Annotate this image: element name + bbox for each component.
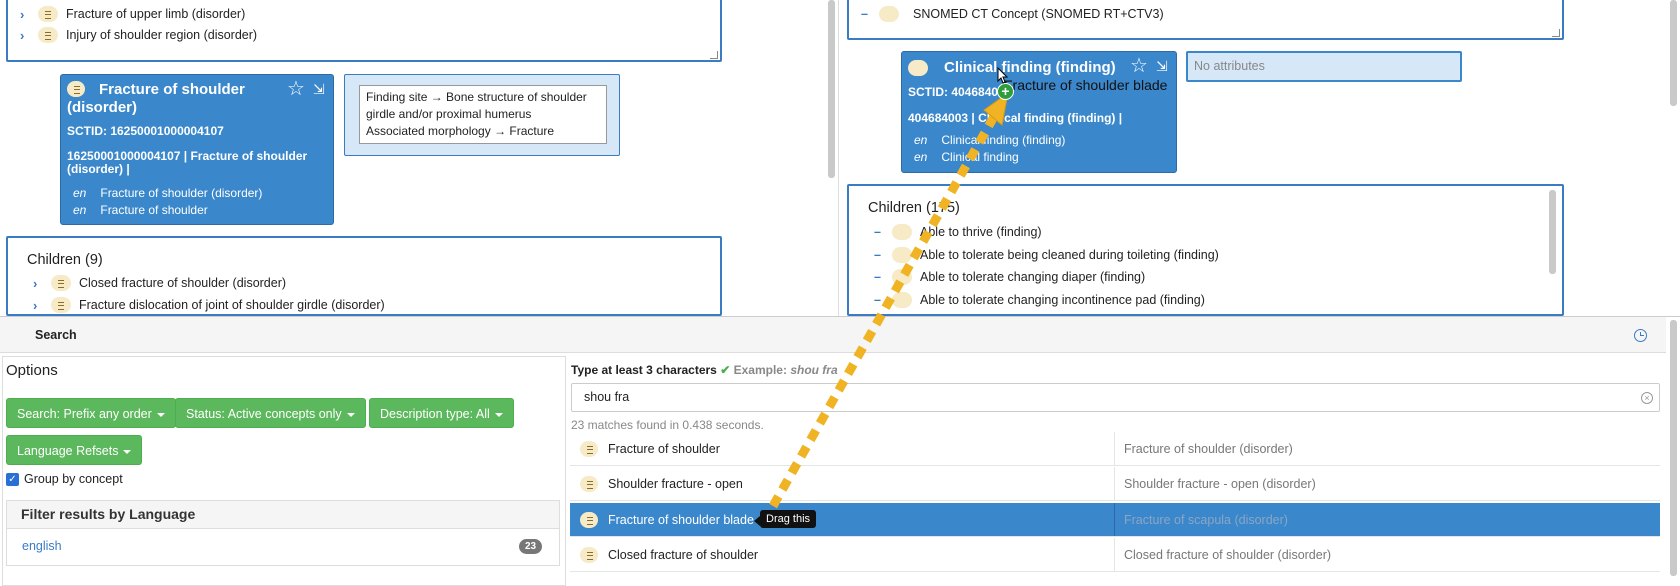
drag-arrow-path	[769, 103, 1004, 509]
drag-arrow	[769, 91, 1009, 509]
mouse-cursor-icon	[997, 67, 1009, 84]
drag-ghost-text: Fracture of shoulder blade	[1004, 77, 1168, 93]
add-plus-icon: +	[997, 83, 1014, 100]
